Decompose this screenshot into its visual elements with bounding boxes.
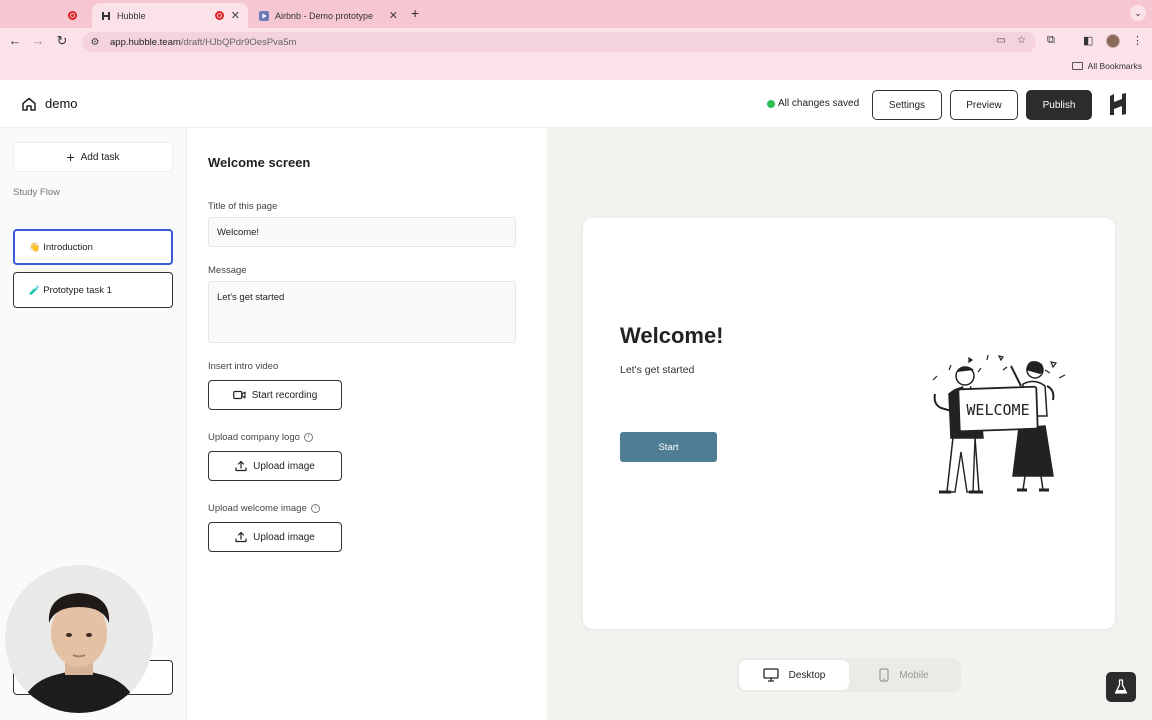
all-bookmarks[interactable]: All Bookmarks [1071,61,1142,71]
save-status-text: All changes saved [778,98,860,109]
desktop-icon [763,668,779,682]
recording-indicator-icon [214,10,225,21]
project-name: demo [45,96,78,111]
task-label: Introduction [43,241,93,253]
upload-logo-button[interactable]: Upload image [208,451,342,481]
logo-field-label: Upload company logo i [208,432,313,443]
section-title: Welcome screen [208,155,311,170]
back-icon[interactable]: ← [6,33,24,48]
app-header: demo All changes saved Settings Preview … [0,80,1152,128]
tab-bar: Hubble ✕ Airbnb - Demo prototype ✕ + ⌄ [0,0,1152,28]
reload-icon[interactable]: ↻ [53,33,71,49]
site-info-icon[interactable]: ⚙ [88,37,102,48]
preview-button[interactable]: Preview [950,90,1018,120]
url-text: app.hubble.team/draft/HJbQPdr9OesPva5m [110,36,297,48]
tab-title: Airbnb - Demo prototype [275,10,374,21]
sign-text: WELCOME [966,401,1029,419]
settings-button[interactable]: Settings [872,90,942,120]
info-icon[interactable]: i [310,504,320,513]
side-panel-icon[interactable]: ◧ [1083,34,1093,47]
presenter-video [5,565,153,713]
browser-chrome: Hubble ✕ Airbnb - Demo prototype ✕ + ⌄ ←… [0,0,1152,80]
save-status: All changes saved [767,98,859,109]
home-icon[interactable] [21,96,37,112]
info-icon[interactable]: i [303,433,313,442]
plus-icon: + [66,149,75,165]
tab-title: Hubble [117,10,146,21]
tab-recording[interactable] [60,3,90,28]
task-label: Prototype task 1 [43,284,112,296]
flask-icon [1114,679,1128,694]
recording-icon [68,10,77,21]
close-tab-icon[interactable]: ✕ [231,9,240,22]
forward-icon[interactable]: → [29,33,47,48]
bookmarks-bar: All Bookmarks [0,56,1152,80]
mobile-label: Mobile [899,669,929,681]
video-camera-icon [232,390,246,400]
sidebar-task-prototype[interactable]: 🧪 Prototype task 1 [13,272,173,308]
test-flask-button[interactable] [1106,672,1136,702]
mobile-toggle[interactable]: Mobile [849,660,959,690]
editor-panel: Welcome screen Title of this page Messag… [186,128,547,720]
address-bar[interactable]: ⚙ app.hubble.team/draft/HJbQPdr9OesPva5m… [82,32,1036,52]
page-title-input[interactable] [208,217,516,247]
start-recording-label: Start recording [251,389,318,401]
upload-welcome-image-label: Upload image [253,531,315,543]
welcome-preview-card: Welcome! Let's get started Start WELCOME [583,218,1115,629]
preview-message: Let's get started [620,364,695,376]
new-tab-icon[interactable]: + [411,5,419,21]
browser-menu-icon[interactable]: ⋮ [1132,34,1143,47]
welcome-image-field-label: Upload welcome image i [208,503,320,514]
hubble-favicon-icon [100,10,111,21]
message-textarea[interactable]: Let's get started [208,281,516,343]
all-bookmarks-label: All Bookmarks [1087,61,1142,71]
upload-icon [235,460,247,472]
study-flow-label: Study Flow [13,187,60,198]
desktop-label: Desktop [788,669,826,681]
upload-icon [235,531,247,543]
title-field-label: Title of this page [208,201,278,212]
profile-avatar[interactable] [1106,34,1120,48]
wave-emoji-icon: 👋 [29,241,41,252]
welcome-illustration: WELCOME [932,354,1066,494]
camera-icon[interactable]: ▭ [997,35,1006,46]
close-tab-icon[interactable]: ✕ [389,9,398,22]
upload-logo-label: Upload image [253,460,315,472]
device-toggle: Desktop Mobile [737,658,961,692]
browser-toolbar: ← → ↻ ⚙ app.hubble.team/draft/HJbQPdr9Oe… [0,28,1152,56]
mobile-icon [879,668,889,682]
preview-start-button[interactable]: Start [620,432,717,462]
upload-welcome-image-button[interactable]: Upload image [208,522,342,552]
test-tube-emoji-icon: 🧪 [29,284,41,295]
start-recording-button[interactable]: Start recording [208,380,342,410]
desktop-toggle[interactable]: Desktop [739,660,849,690]
extensions-icon[interactable]: ⧉ [1047,34,1055,47]
bookmark-star-icon[interactable]: ☆ [1017,35,1026,46]
video-field-label: Insert intro video [208,361,279,372]
tab-airbnb[interactable]: Airbnb - Demo prototype ✕ [250,3,406,28]
preview-title: Welcome! [620,323,724,348]
tab-search-icon[interactable]: ⌄ [1130,5,1146,21]
message-field-label: Message [208,265,247,276]
sidebar-task-introduction[interactable]: 👋 Introduction [13,229,173,265]
tab-hubble[interactable]: Hubble ✕ [92,3,248,28]
preview-area: Welcome! Let's get started Start WELCOME… [547,128,1152,720]
saved-dot-icon [767,99,775,108]
webcam-overlay [5,565,153,713]
hubble-logo-icon [1110,93,1126,115]
publish-button[interactable]: Publish [1026,90,1092,120]
add-task-label: Add task [80,151,120,163]
add-task-button[interactable]: + Add task [13,142,173,172]
prototype-favicon-icon [258,10,269,21]
folder-icon [1071,62,1083,70]
